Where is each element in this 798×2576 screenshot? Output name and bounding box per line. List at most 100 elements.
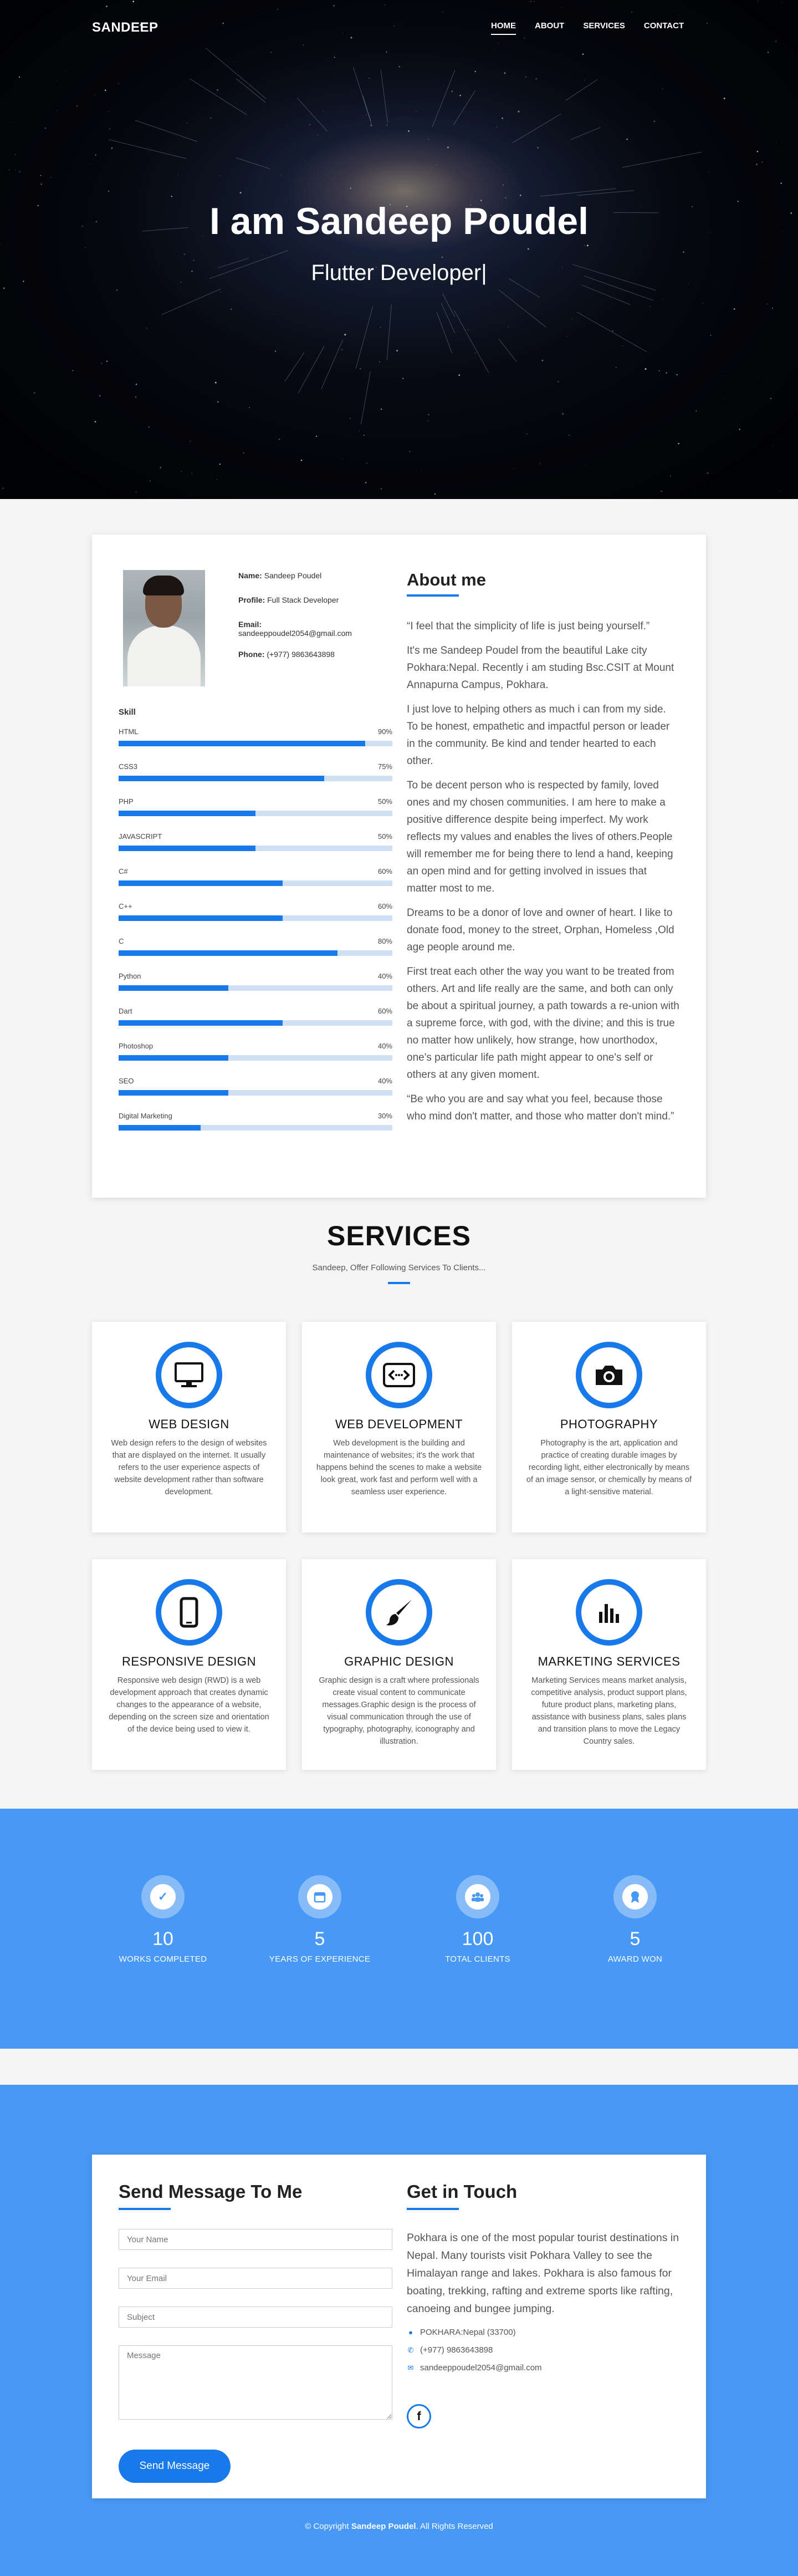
skill-row: C++ 60% bbox=[119, 902, 392, 937]
skill-percent: 40% bbox=[377, 1077, 392, 1085]
skill-percent: 60% bbox=[377, 902, 392, 910]
skill-name: JAVASCRIPT bbox=[119, 832, 162, 841]
skill-progress-track bbox=[119, 1090, 392, 1096]
hero-title: I am Sandeep Poudel bbox=[209, 200, 589, 242]
skill-row: C 80% bbox=[119, 937, 392, 972]
skill-progress-track bbox=[119, 741, 392, 746]
contact-email: ✉ sandeeppoudel2054@gmail.com bbox=[407, 2363, 542, 2373]
service-title: WEB DEVELOPMENT bbox=[335, 1417, 463, 1431]
service-card-web-design[interactable]: WEB DESIGN Web design refers to the desi… bbox=[92, 1322, 286, 1533]
facebook-icon[interactable]: f bbox=[407, 2404, 431, 2429]
skill-name: C# bbox=[119, 867, 128, 875]
stat-value: 5 bbox=[630, 1928, 641, 1949]
about-card: Name: Sandeep Poudel Profile: Full Stack… bbox=[92, 534, 706, 1198]
check-icon: ✓ bbox=[141, 1875, 185, 1918]
service-text: Web development is the building and main… bbox=[316, 1439, 482, 1496]
skill-name: SEO bbox=[119, 1077, 134, 1085]
footer-name: Sandeep Poudel bbox=[351, 2522, 416, 2531]
service-card-web-development[interactable]: WEB DEVELOPMENT Web development is the b… bbox=[302, 1322, 496, 1533]
skill-row: PHP 50% bbox=[119, 797, 392, 832]
nav-contact[interactable]: CONTACT bbox=[644, 21, 684, 35]
email-text[interactable]: sandeeppoudel2054@gmail.com bbox=[420, 2363, 542, 2373]
stat-value: 10 bbox=[152, 1928, 173, 1949]
profile-name-row: Name: Sandeep Poudel bbox=[238, 571, 352, 580]
phone-value[interactable]: (+977) 9863643898 bbox=[267, 650, 335, 659]
message-textarea[interactable] bbox=[119, 2345, 392, 2420]
main-nav: HOME ABOUT SERVICES CONTACT bbox=[491, 21, 703, 35]
brand-logo[interactable]: SANDEEP bbox=[92, 20, 158, 35]
address-text: POKHARA:Nepal (33700) bbox=[420, 2328, 516, 2337]
name-input[interactable] bbox=[119, 2229, 392, 2250]
services-underline bbox=[388, 1282, 410, 1284]
service-text: Photography is the art, application and … bbox=[526, 1439, 692, 1496]
stat-label: AWARD WON bbox=[607, 1954, 663, 1964]
hero-subtitle: Flutter Developer| bbox=[311, 261, 487, 285]
envelope-icon: ✉ bbox=[407, 2363, 414, 2372]
skill-progress-fill bbox=[119, 985, 228, 991]
skill-row: C# 60% bbox=[119, 867, 392, 902]
skill-row: Digital Marketing 30% bbox=[119, 1112, 392, 1147]
service-card-responsive-design[interactable]: RESPONSIVE DESIGN Responsive web design … bbox=[92, 1559, 286, 1770]
profile-value: Full Stack Developer bbox=[267, 595, 339, 604]
calendar-icon bbox=[298, 1875, 341, 1918]
profile-phone-row: Phone: (+977) 9863643898 bbox=[238, 650, 352, 659]
skill-progress-fill bbox=[119, 741, 365, 746]
map-marker-icon: ● bbox=[408, 2328, 413, 2336]
email-input[interactable] bbox=[119, 2268, 392, 2289]
service-card-photography[interactable]: PHOTOGRAPHY Photography is the art, appl… bbox=[512, 1322, 706, 1533]
phone-icon bbox=[156, 1579, 222, 1646]
stat-value: 100 bbox=[462, 1928, 494, 1949]
skill-progress-track bbox=[119, 1125, 392, 1131]
users-icon bbox=[456, 1875, 499, 1918]
service-card-marketing-services[interactable]: MARKETING SERVICES Marketing Services me… bbox=[512, 1559, 706, 1770]
profile-photo bbox=[123, 570, 205, 686]
email-value[interactable]: sandeeppoudel2054@gmail.com bbox=[238, 629, 352, 638]
stat-label: WORKS COMPLETED bbox=[119, 1954, 207, 1964]
skill-progress-fill bbox=[119, 1055, 228, 1061]
subject-input[interactable] bbox=[119, 2307, 392, 2328]
touch-text: Pokhara is one of the most popular touri… bbox=[407, 2232, 679, 2315]
stat-value: 5 bbox=[314, 1928, 325, 1949]
skill-progress-track bbox=[119, 985, 392, 991]
stat-award-won: 5 AWARD WON bbox=[563, 1875, 707, 1964]
skill-progress-fill bbox=[119, 1125, 201, 1131]
service-title: RESPONSIVE DESIGN bbox=[121, 1654, 256, 1668]
skill-percent: 50% bbox=[377, 832, 392, 841]
skill-progress-track bbox=[119, 776, 392, 781]
skill-name: C bbox=[119, 937, 124, 945]
contact-section: Send Message To Me Send Message Get in T… bbox=[0, 2085, 798, 2576]
send-message-button[interactable]: Send Message bbox=[119, 2450, 231, 2483]
skill-row: HTML 90% bbox=[119, 727, 392, 762]
skill-progress-track bbox=[119, 811, 392, 816]
skill-row: Dart 60% bbox=[119, 1007, 392, 1042]
stat-works-completed: ✓ 10 WORKS COMPLETED bbox=[91, 1875, 235, 1964]
skill-percent: 40% bbox=[377, 1042, 392, 1050]
skill-progress-fill bbox=[119, 1090, 228, 1096]
nav-services[interactable]: SERVICES bbox=[583, 21, 625, 35]
service-card-graphic-design[interactable]: GRAPHIC DESIGN Graphic design is a craft… bbox=[302, 1559, 496, 1770]
skill-percent: 75% bbox=[377, 762, 392, 771]
skill-name: Dart bbox=[119, 1007, 132, 1015]
about-underline bbox=[407, 594, 459, 597]
service-text: Web design refers to the design of websi… bbox=[111, 1439, 267, 1496]
skill-name: PHP bbox=[119, 797, 134, 806]
brush-icon bbox=[366, 1579, 432, 1646]
skill-percent: 60% bbox=[377, 1007, 392, 1015]
about-paragraph: “Be who you are and say what you feel, b… bbox=[407, 1093, 674, 1122]
bar-chart-icon bbox=[576, 1579, 642, 1646]
hero-overlay bbox=[0, 0, 798, 499]
skill-row: JAVASCRIPT 50% bbox=[119, 832, 392, 867]
phone-text[interactable]: (+977) 9863643898 bbox=[420, 2345, 493, 2355]
code-icon bbox=[366, 1342, 432, 1408]
service-title: WEB DESIGN bbox=[149, 1417, 229, 1431]
skill-row: Python 40% bbox=[119, 972, 392, 1007]
skill-name: Photoshop bbox=[119, 1042, 154, 1050]
skill-progress-fill bbox=[119, 880, 283, 886]
stat-label: TOTAL CLIENTS bbox=[445, 1954, 510, 1964]
nav-home[interactable]: HOME bbox=[491, 21, 516, 35]
profile-label: Profile: bbox=[238, 595, 265, 604]
profile-email-row: Email: sandeeppoudel2054@gmail.com bbox=[238, 620, 352, 638]
services-title: SERVICES bbox=[327, 1220, 471, 1251]
nav-about[interactable]: ABOUT bbox=[535, 21, 564, 35]
skill-row: Photoshop 40% bbox=[119, 1042, 392, 1077]
